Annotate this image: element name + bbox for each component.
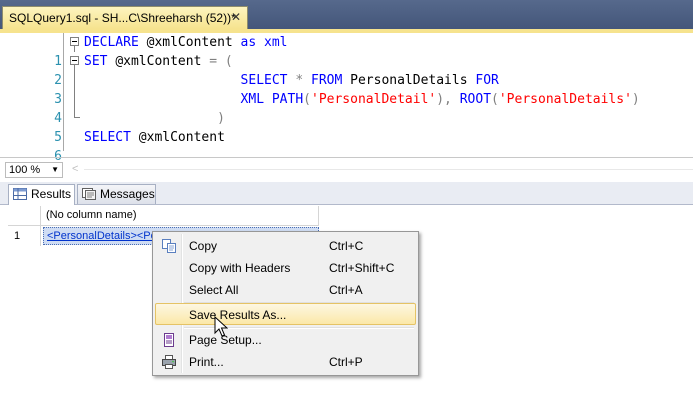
menu-item-shortcut: Ctrl+C	[329, 239, 364, 253]
code-token: SET	[84, 54, 116, 69]
code-token: xml	[264, 35, 288, 50]
code-token: @xmlContent	[115, 54, 210, 69]
menu-item-label: Copy	[189, 239, 218, 253]
menu-item-shortcut: Ctrl+P	[329, 355, 363, 369]
collapse-icon[interactable]	[70, 37, 79, 46]
mouse-cursor-icon	[214, 316, 228, 337]
chevron-down-icon: ▼	[51, 165, 59, 174]
menu-item-save-results-as[interactable]: Save Results As...	[155, 303, 416, 325]
code-token: PersonalDetails	[350, 73, 476, 88]
code-token: (	[491, 92, 499, 107]
grid-corner[interactable]	[8, 206, 41, 226]
menu-item-print[interactable]: Print... Ctrl+P	[155, 351, 416, 373]
tab-messages-label: Messages	[100, 187, 155, 201]
code-token: FROM	[311, 73, 351, 88]
horizontal-scrollbar[interactable]	[84, 169, 693, 170]
menu-item-label: Select All	[189, 283, 239, 297]
fold-guide-end	[74, 117, 80, 118]
menu-item-label: Save Results As...	[189, 308, 287, 322]
code-token: ),	[436, 92, 460, 107]
menu-item-select-all[interactable]: Select All Ctrl+A	[155, 279, 416, 301]
document-tab-sqlquery1[interactable]: SQLQuery1.sql - SH...C\Shreeharsh (52))*…	[2, 6, 248, 29]
page-setup-icon	[164, 333, 174, 347]
context-menu: Copy Ctrl+C Copy with Headers Ctrl+Shift…	[152, 231, 419, 376]
code-token: SELECT	[240, 73, 296, 88]
code-text: SELECT @xmlContent	[84, 128, 225, 147]
code-line[interactable]: 6 SELECT @xmlContent	[0, 128, 693, 164]
code-line[interactable]: 5 )	[0, 109, 693, 145]
code-text: SET @xmlContent = (	[84, 52, 233, 71]
close-icon[interactable]: ✕	[231, 10, 241, 24]
fold-guide	[74, 46, 75, 52]
code-token: FOR	[475, 73, 499, 88]
code-token: as	[240, 35, 265, 50]
editor-border	[0, 157, 693, 158]
code-token: 'PersonalDetails'	[498, 92, 632, 107]
results-tabstrip: Results Messages	[0, 182, 693, 205]
document-tabstrip: SQLQuery1.sql - SH...C\Shreeharsh (52))*…	[0, 0, 693, 29]
document-tab-title: SQLQuery1.sql - SH...C\Shreeharsh (52))*	[9, 11, 236, 25]
tab-messages[interactable]: Messages	[77, 184, 156, 204]
code-token: @xmlContent	[146, 35, 241, 50]
menu-item-shortcut: Ctrl+A	[329, 283, 363, 297]
query-editor[interactable]: 1 DECLARE @xmlContent as xml 2 SET @xmlC…	[0, 33, 693, 164]
messages-icon	[82, 188, 96, 200]
tab-results-label: Results	[31, 187, 72, 201]
tab-results[interactable]: Results	[8, 184, 75, 205]
code-token: XML PATH	[240, 92, 304, 107]
code-line[interactable]: 1 DECLARE @xmlContent as xml	[0, 33, 693, 69]
code-token: = (	[209, 54, 233, 69]
code-text: XML PATH('PersonalDetail'), ROOT('Person…	[84, 90, 640, 109]
fold-guide	[74, 65, 75, 117]
menu-item-shortcut: Ctrl+Shift+C	[329, 261, 395, 275]
code-line[interactable]: 2 SET @xmlContent = (	[0, 52, 693, 88]
code-line[interactable]: 4 XML PATH('PersonalDetail'), ROOT('Pers…	[0, 90, 693, 126]
copy-icon	[162, 239, 176, 253]
scroll-left-icon[interactable]: <	[72, 163, 78, 175]
zoom-value: 100 %	[9, 164, 41, 176]
code-token: )	[217, 111, 225, 126]
code-token: 'PersonalDetail'	[311, 92, 437, 107]
zoom-dropdown[interactable]: 100 % ▼	[5, 162, 63, 178]
menu-item-copy[interactable]: Copy Ctrl+C	[155, 235, 416, 257]
code-text: SELECT * FROM PersonalDetails FOR	[84, 71, 499, 90]
menu-item-page-setup[interactable]: Page Setup...	[155, 329, 416, 351]
code-token: @xmlContent	[138, 130, 225, 145]
code-text: DECLARE @xmlContent as xml	[84, 33, 288, 52]
menu-item-copy-with-headers[interactable]: Copy with Headers Ctrl+Shift+C	[155, 257, 416, 279]
menu-item-label: Print...	[189, 355, 224, 369]
editor-status-bar: 100 % ▼ <	[0, 162, 693, 179]
grid-icon	[13, 188, 27, 200]
collapse-icon[interactable]	[70, 56, 79, 65]
code-token: )	[631, 92, 640, 107]
code-token: (	[303, 92, 311, 107]
code-token: SELECT	[84, 130, 139, 145]
menu-item-label: Copy with Headers	[189, 261, 291, 275]
printer-icon	[162, 355, 176, 369]
column-header[interactable]: (No column name)	[41, 206, 319, 226]
code-line[interactable]: 3 SELECT * FROM PersonalDetails FOR	[0, 71, 693, 107]
code-token: *	[295, 73, 311, 88]
code-token: ROOT	[459, 92, 492, 107]
row-header[interactable]: 1	[8, 226, 41, 246]
code-token: DECLARE	[84, 35, 147, 50]
code-text: )	[84, 109, 225, 128]
